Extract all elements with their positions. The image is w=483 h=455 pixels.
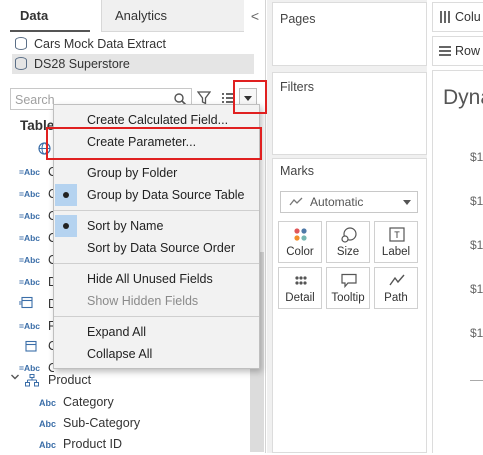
field-sub-category[interactable]: Sub-Category	[63, 413, 140, 434]
mark-type-dropdown[interactable]: Automatic	[280, 191, 418, 213]
axis-tick-label: $1	[470, 282, 483, 296]
size-icon	[341, 227, 357, 243]
marks-path-button[interactable]: Path	[374, 267, 418, 309]
menu-separator	[54, 263, 259, 264]
marks-detail-button[interactable]: Detail	[278, 267, 322, 309]
string-field-icon: =Abc	[19, 211, 41, 221]
collapse-pane-icon[interactable]: <	[248, 8, 262, 24]
worksheet-title: Dyna	[443, 86, 483, 109]
color-icon	[294, 228, 307, 241]
chevron-down-icon	[403, 200, 411, 205]
menu-separator	[54, 210, 259, 211]
mark-button-label: Path	[384, 292, 408, 304]
menu-sort-by-name[interactable]: Sort by Name	[54, 215, 259, 237]
axis-tick-label: $1	[470, 150, 483, 164]
filters-shelf-title: Filters	[280, 80, 315, 94]
string-field-icon: =Abc	[19, 233, 41, 243]
line-chart-icon	[289, 197, 303, 206]
active-tab-underline	[10, 30, 90, 32]
menu-hide-all-unused-fields[interactable]: Hide All Unused Fields	[54, 268, 259, 290]
data-source-label: DS28 Superstore	[34, 57, 130, 71]
mark-button-label: Label	[381, 246, 411, 258]
mark-button-label: Detail	[285, 292, 315, 304]
menu-group-by-data-source-table[interactable]: Group by Data Source Table	[54, 184, 259, 206]
axis-tick-label: $1	[470, 238, 483, 252]
pages-shelf-title: Pages	[280, 12, 316, 26]
axis-line	[470, 380, 483, 381]
axis-tick-label: $1	[470, 194, 483, 208]
marks-tooltip-button[interactable]: Tooltip	[326, 267, 370, 309]
marks-size-button[interactable]: Size	[326, 221, 370, 263]
columns-shelf[interactable]: Colu	[432, 2, 483, 32]
marks-color-button[interactable]: Color	[278, 221, 322, 263]
path-icon	[389, 274, 405, 286]
field-product-id[interactable]: Product ID	[63, 434, 122, 455]
tab-data[interactable]: Data	[0, 0, 101, 32]
data-source-label: Cars Mock Data Extract	[34, 37, 166, 51]
string-field-icon: =Abc	[19, 321, 41, 331]
menu-show-hidden-fields: Show Hidden Fields	[87, 294, 199, 308]
mark-button-label: Tooltip	[331, 292, 365, 304]
rows-shelf-label: Row	[455, 44, 481, 58]
hierarchy-icon	[25, 374, 39, 387]
data-source-cars-mock[interactable]: Cars Mock Data Extract	[12, 34, 252, 54]
string-field-icon: =Abc	[19, 363, 41, 373]
menu-separator	[54, 316, 259, 317]
string-field-icon: Abc	[39, 398, 57, 408]
detail-icon	[295, 276, 307, 285]
database-icon	[15, 57, 27, 70]
tooltip-icon	[341, 273, 357, 289]
string-field-icon: Abc	[39, 419, 57, 429]
mark-button-label: Size	[336, 246, 360, 258]
marks-card-title: Marks	[280, 164, 315, 178]
menu-sort-by-data-source-order[interactable]: Sort by Data Source Order	[54, 237, 259, 259]
filter-icon[interactable]	[197, 91, 211, 105]
chevron-down-icon[interactable]	[10, 372, 20, 382]
string-field-icon: Abc	[39, 440, 57, 450]
date-field-icon	[19, 296, 33, 309]
axis-tick-label: $1	[470, 326, 483, 340]
menu-collapse-all[interactable]: Collapse All	[54, 343, 259, 365]
menu-expand-all[interactable]: Expand All	[54, 321, 259, 343]
worksheet-view[interactable]	[432, 70, 483, 453]
marks-label-button[interactable]: T Label	[374, 221, 418, 263]
string-field-icon: =Abc	[19, 167, 41, 177]
data-source-ds28-superstore[interactable]: DS28 Superstore	[12, 54, 254, 74]
columns-shelf-label: Colu	[455, 10, 481, 24]
svg-text:T: T	[394, 230, 400, 240]
tab-analytics[interactable]: Analytics	[101, 0, 244, 32]
string-field-icon: =Abc	[19, 277, 41, 287]
string-field-icon: =Abc	[19, 255, 41, 265]
highlight-box-create-parameter	[46, 127, 262, 160]
product-hierarchy[interactable]: Product	[48, 370, 91, 391]
date-field-icon	[25, 340, 37, 352]
columns-icon	[440, 11, 450, 23]
menu-group-by-folder[interactable]: Group by Folder	[54, 162, 259, 184]
mark-button-label: Color	[286, 246, 314, 258]
label-icon: T	[389, 227, 405, 242]
rows-icon	[439, 46, 451, 56]
database-icon	[15, 37, 27, 50]
highlight-box-menu-button	[233, 80, 267, 114]
field-category[interactable]: Category	[63, 392, 114, 413]
string-field-icon: =Abc	[19, 189, 41, 199]
mark-type-label: Automatic	[310, 195, 364, 209]
rows-shelf[interactable]: Row	[432, 36, 483, 66]
